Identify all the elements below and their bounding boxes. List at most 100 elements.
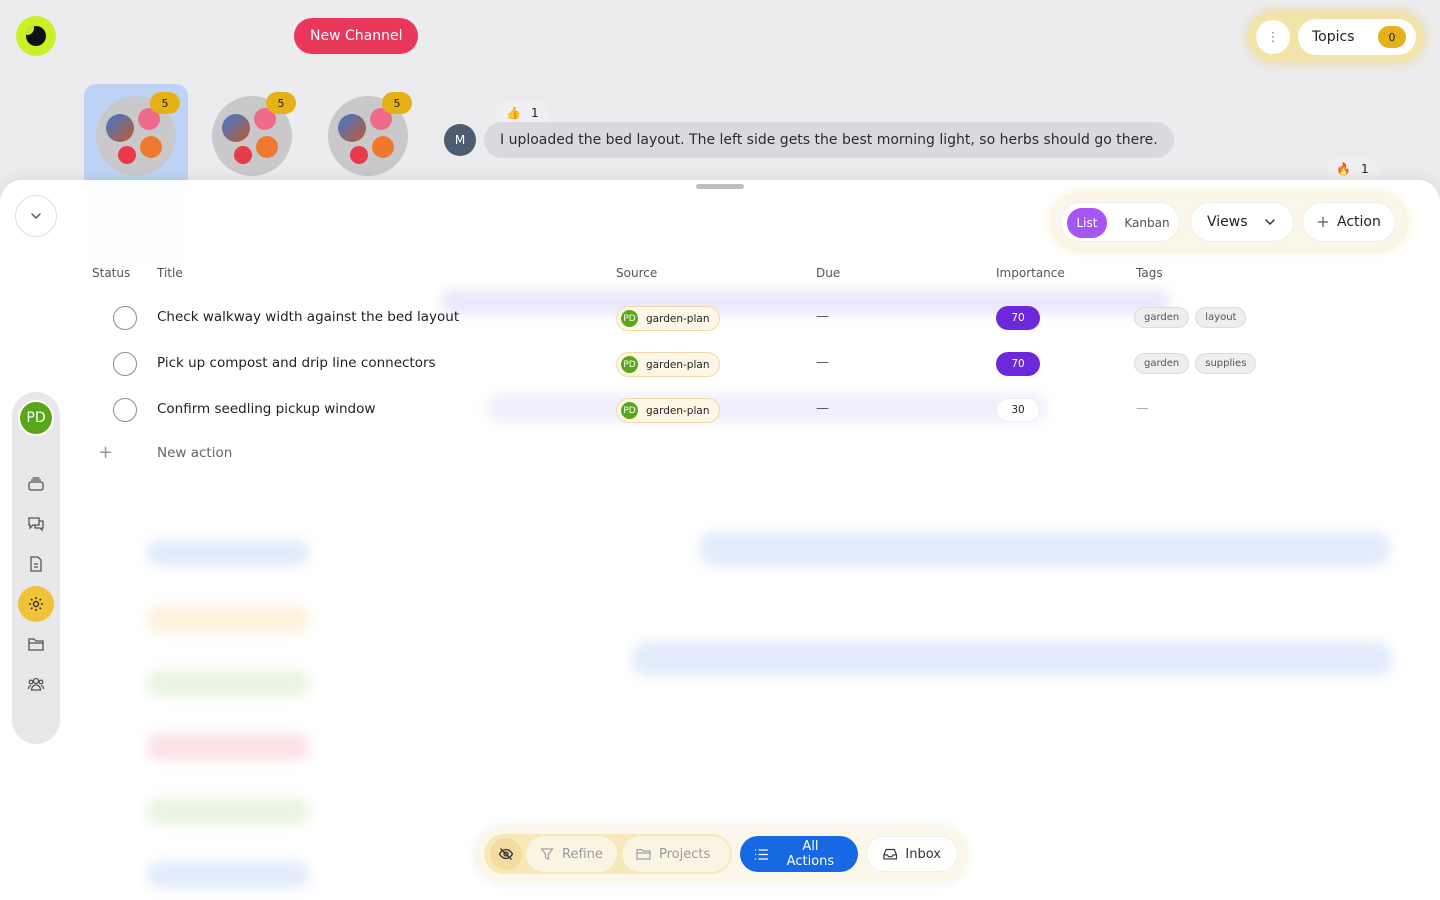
reaction-count: 1 bbox=[530, 106, 539, 120]
due-value: — bbox=[816, 401, 829, 416]
actions-sheet: PD List Kanban Views Action Status Title… bbox=[0, 180, 1440, 900]
app-logo[interactable] bbox=[16, 16, 56, 56]
sidebar-item-folders[interactable] bbox=[18, 626, 54, 662]
folder-icon bbox=[636, 848, 651, 860]
column-header-status[interactable]: Status bbox=[92, 266, 130, 280]
column-header-title[interactable]: Title bbox=[157, 266, 183, 280]
sidebar-item-chat[interactable] bbox=[18, 506, 54, 542]
projects-label: Projects bbox=[659, 846, 711, 862]
tags-empty: — bbox=[1136, 401, 1149, 416]
tag-chip[interactable]: layout bbox=[1195, 307, 1247, 328]
moon-icon bbox=[26, 26, 46, 46]
status-checkbox[interactable] bbox=[113, 306, 137, 330]
views-label: Views bbox=[1207, 214, 1248, 230]
inbox-button[interactable]: Inbox bbox=[866, 836, 958, 872]
inbox-label: Inbox bbox=[905, 846, 941, 862]
column-header-tags[interactable]: Tags bbox=[1136, 266, 1163, 280]
source-avatar: PD bbox=[621, 356, 638, 373]
eye-off-icon bbox=[498, 848, 514, 860]
status-checkbox[interactable] bbox=[113, 352, 137, 376]
refine-label: Refine bbox=[562, 846, 603, 862]
sidebar-rail: PD bbox=[12, 392, 60, 744]
user-avatar[interactable]: PD bbox=[18, 400, 54, 436]
message-bubble: I uploaded the bed layout. The left side… bbox=[484, 122, 1174, 158]
funnel-icon bbox=[540, 848, 554, 860]
sidebar-item-people[interactable] bbox=[18, 666, 54, 702]
table-row[interactable]: Confirm seedling pickup window PD garden… bbox=[92, 390, 1392, 430]
tag-chip[interactable]: garden bbox=[1134, 307, 1190, 328]
list-icon bbox=[754, 848, 768, 860]
channel-badge: 5 bbox=[150, 92, 180, 114]
plus-icon bbox=[1318, 217, 1328, 227]
inbox-icon bbox=[883, 848, 898, 860]
reaction-count: 1 bbox=[1360, 162, 1369, 176]
topics-button[interactable]: Topics 0 bbox=[1298, 19, 1416, 55]
people-icon bbox=[27, 677, 45, 691]
table-row[interactable]: Check walkway width against the bed layo… bbox=[92, 298, 1392, 338]
column-header-source[interactable]: Source bbox=[616, 266, 657, 280]
sidebar-item-settings[interactable] bbox=[18, 586, 54, 622]
more-options-icon[interactable]: ⋮ bbox=[1256, 20, 1290, 54]
reaction-chip[interactable]: 🔥 1 bbox=[1326, 157, 1379, 181]
all-actions-button[interactable]: All Actions bbox=[740, 836, 858, 872]
topics-control: ⋮ Topics 0 bbox=[1248, 12, 1424, 62]
action-label: Action bbox=[1337, 214, 1381, 230]
source-chip[interactable]: PD garden-plan bbox=[616, 306, 721, 331]
action-title: Check walkway width against the bed layo… bbox=[157, 309, 460, 325]
importance-badge: 70 bbox=[996, 306, 1040, 330]
source-label: garden-plan bbox=[646, 358, 710, 371]
tag-chip[interactable]: garden bbox=[1134, 353, 1190, 374]
add-action-button[interactable]: Action bbox=[1302, 202, 1396, 242]
filter-group: Refine Projects bbox=[484, 834, 732, 874]
sidebar-item-documents[interactable] bbox=[18, 546, 54, 582]
source-chip[interactable]: PD garden-plan bbox=[616, 398, 721, 423]
avatar[interactable]: M bbox=[444, 124, 476, 156]
source-label: garden-plan bbox=[646, 404, 710, 417]
plus-icon: + bbox=[98, 442, 114, 463]
sidebar-item-stack[interactable] bbox=[18, 466, 54, 502]
new-action-label: New action bbox=[157, 445, 233, 461]
column-header-importance[interactable]: Importance bbox=[996, 266, 1065, 280]
column-header-due[interactable]: Due bbox=[816, 266, 840, 280]
list-view-button[interactable]: List bbox=[1067, 208, 1107, 238]
all-actions-label: All Actions bbox=[786, 839, 835, 869]
channel-badge: 5 bbox=[266, 92, 296, 114]
action-title: Confirm seedling pickup window bbox=[157, 401, 376, 417]
thumbs-up-icon: 👍 bbox=[506, 106, 521, 120]
projects-button[interactable]: Projects bbox=[622, 836, 730, 872]
bottom-nav: Refine Projects All Actions Inbox bbox=[474, 826, 968, 884]
topics-label: Topics bbox=[1312, 29, 1355, 45]
tag-list: garden layout bbox=[1134, 307, 1247, 328]
tag-list: garden supplies bbox=[1134, 353, 1257, 374]
document-icon bbox=[30, 556, 42, 572]
source-chip[interactable]: PD garden-plan bbox=[616, 352, 721, 377]
table-row[interactable]: Pick up compost and drip line connectors… bbox=[92, 344, 1392, 384]
stack-icon bbox=[28, 477, 44, 491]
importance-badge: 30 bbox=[996, 398, 1040, 422]
gear-icon bbox=[29, 597, 43, 611]
due-value: — bbox=[816, 309, 829, 324]
chat-icon bbox=[28, 517, 44, 532]
due-value: — bbox=[816, 355, 829, 370]
chevron-down-icon bbox=[31, 213, 41, 220]
source-avatar: PD bbox=[621, 310, 638, 327]
folder-icon bbox=[28, 638, 44, 651]
view-mode-toggle: List Kanban bbox=[1060, 202, 1180, 242]
status-checkbox[interactable] bbox=[113, 398, 137, 422]
collapse-button[interactable] bbox=[15, 195, 57, 237]
refine-button[interactable]: Refine bbox=[526, 836, 617, 872]
source-label: garden-plan bbox=[646, 312, 710, 325]
new-channel-button[interactable]: New Channel bbox=[294, 18, 419, 54]
importance-badge: 70 bbox=[996, 352, 1040, 376]
view-toolbar: List Kanban Views Action bbox=[1052, 194, 1406, 250]
fire-icon: 🔥 bbox=[1336, 162, 1351, 176]
views-dropdown[interactable]: Views bbox=[1190, 202, 1294, 242]
action-title: Pick up compost and drip line connectors bbox=[157, 355, 436, 371]
chevron-down-icon bbox=[1265, 219, 1275, 226]
channel-badge: 5 bbox=[382, 92, 412, 114]
hide-toggle-button[interactable] bbox=[490, 838, 522, 870]
kanban-view-button[interactable]: Kanban bbox=[1117, 208, 1177, 238]
drag-handle[interactable] bbox=[696, 184, 744, 189]
new-action-row[interactable]: + New action bbox=[92, 442, 392, 466]
tag-chip[interactable]: supplies bbox=[1195, 353, 1257, 374]
